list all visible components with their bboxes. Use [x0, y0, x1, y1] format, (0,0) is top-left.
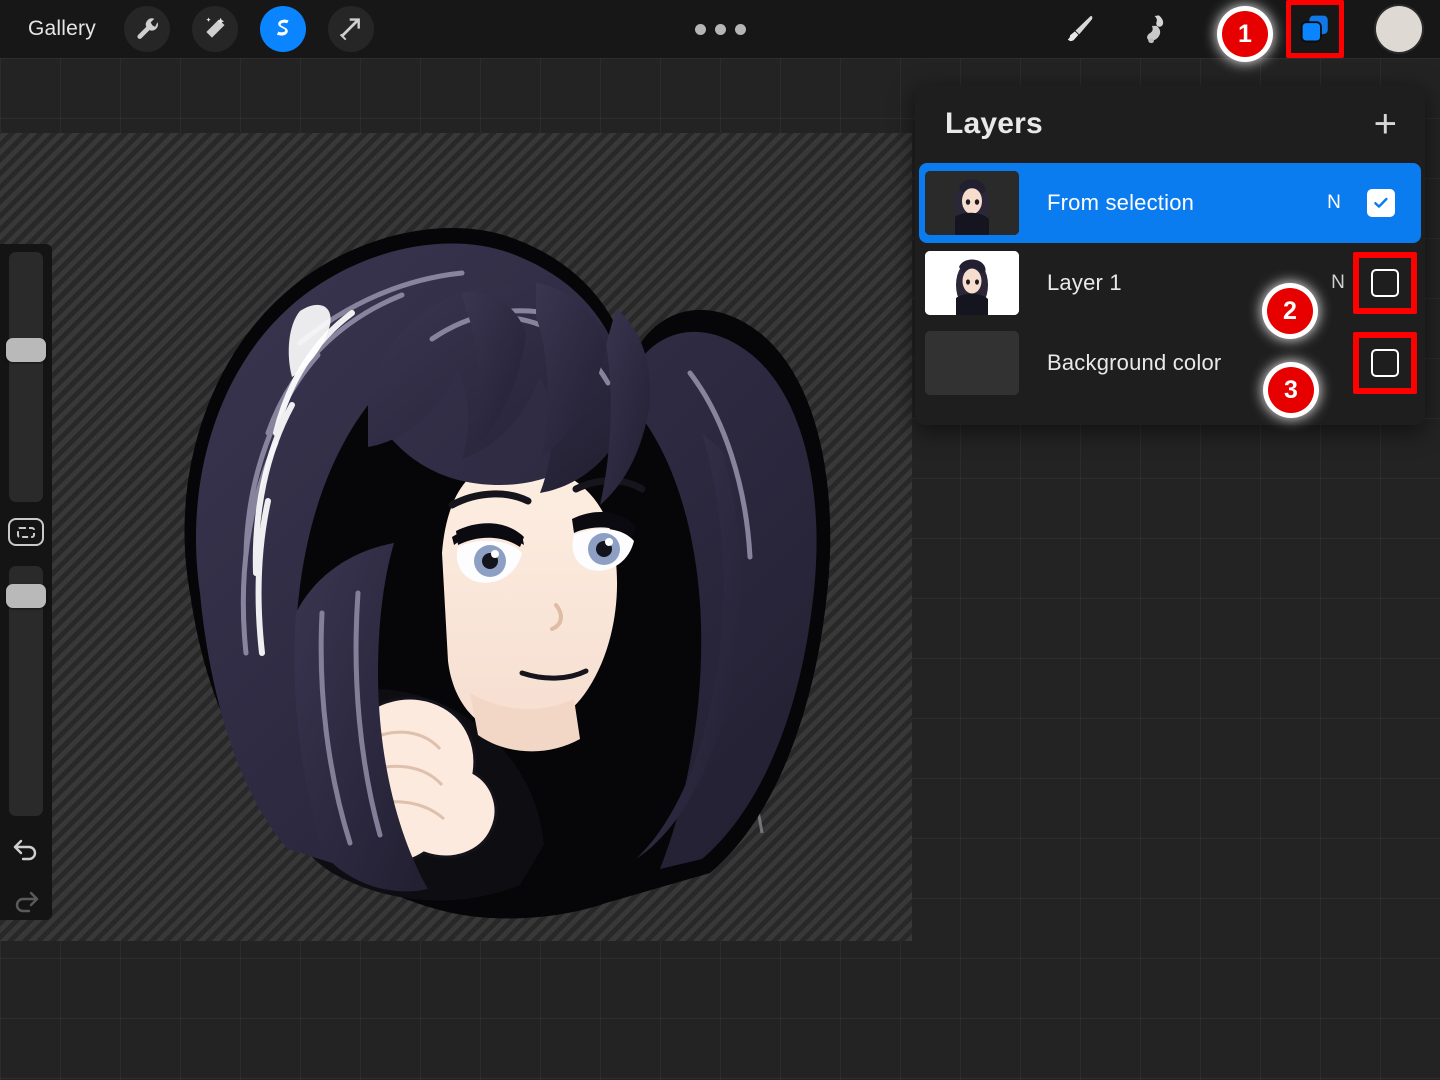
- layers-icon: [1300, 15, 1328, 43]
- color-swatch-icon[interactable]: [1376, 6, 1422, 52]
- undo-icon: [13, 839, 37, 861]
- dot-2: [714, 23, 726, 35]
- dot-1: [694, 23, 706, 35]
- layer-visibility-checkbox[interactable]: [1367, 189, 1395, 217]
- modify-button[interactable]: [8, 518, 44, 546]
- smudge-button[interactable]: [1134, 7, 1178, 51]
- dot-3: [734, 23, 746, 35]
- add-layer-button[interactable]: +: [1374, 104, 1397, 144]
- layers-button[interactable]: [1286, 0, 1344, 58]
- layer-name: Background color: [1047, 350, 1222, 375]
- actions-wrench-button[interactable]: [123, 6, 170, 52]
- adjustments-wand-button[interactable]: [191, 6, 238, 52]
- redo-button[interactable]: [6, 886, 46, 916]
- undo-redo-group: [6, 834, 46, 916]
- annotation-badge-1: 1: [1222, 11, 1268, 57]
- transform-arrow-icon: [339, 18, 360, 41]
- more-options-icon[interactable]: [694, 23, 746, 35]
- undo-button[interactable]: [6, 834, 46, 864]
- layer-visibility-checkbox[interactable]: [1371, 269, 1399, 297]
- brush-size-thumb[interactable]: [6, 337, 46, 362]
- modify-icon: [17, 526, 35, 538]
- magic-wand-icon: [206, 17, 225, 38]
- left-toolbar: [0, 244, 52, 920]
- checkmark-icon: [1374, 197, 1388, 208]
- layer-thumbnail: [925, 251, 1019, 315]
- smudge-icon: [1147, 15, 1164, 44]
- selection-s-icon: [276, 19, 289, 36]
- layer-thumbnail-image: [925, 251, 1019, 315]
- layer-visibility-checkbox[interactable]: [1371, 349, 1399, 377]
- layer-blend-mode[interactable]: N: [1317, 272, 1359, 294]
- paint-brush-button[interactable]: [1058, 7, 1102, 51]
- layer-thumbnail-image: [925, 171, 1019, 235]
- layer-blend-mode[interactable]: N: [1313, 192, 1355, 214]
- layer-visibility-wrap: [1355, 189, 1407, 217]
- brush-size-slider[interactable]: [6, 252, 46, 502]
- layers-panel-header: Layers +: [915, 85, 1425, 163]
- layers-panel-title: Layers: [945, 107, 1043, 140]
- layer-thumbnail: [925, 331, 1019, 395]
- annotation-badge-2: 2: [1267, 288, 1313, 334]
- opacity-slider[interactable]: [6, 566, 46, 816]
- redo-icon: [15, 891, 39, 913]
- layer-visibility-wrap: [1353, 332, 1417, 394]
- paintbrush-icon: [1067, 15, 1093, 42]
- transform-button[interactable]: [327, 6, 374, 52]
- layer-name: From selection: [1047, 190, 1195, 215]
- layer-visibility-wrap: [1353, 252, 1417, 314]
- drawing-canvas[interactable]: [0, 133, 912, 941]
- layer-name: Layer 1: [1047, 270, 1122, 295]
- selection-button[interactable]: [259, 6, 306, 52]
- layer-thumbnail: [925, 171, 1019, 235]
- procreate-app: Gallery Layers + From selection N Layer …: [0, 0, 1440, 1080]
- artwork-illustration: [184, 228, 831, 919]
- layer-row[interactable]: Background color: [915, 323, 1425, 403]
- layer-row[interactable]: From selection N: [919, 163, 1421, 243]
- layer-row[interactable]: Layer 1 N: [915, 243, 1425, 323]
- opacity-thumb[interactable]: [6, 584, 46, 609]
- annotation-badge-3: 3: [1268, 367, 1314, 413]
- toolbar-left-group: Gallery: [0, 6, 374, 52]
- wrench-icon: [137, 18, 158, 39]
- layers-panel: Layers + From selection N Layer 1 N Back…: [915, 85, 1425, 425]
- gallery-button[interactable]: Gallery: [22, 15, 102, 43]
